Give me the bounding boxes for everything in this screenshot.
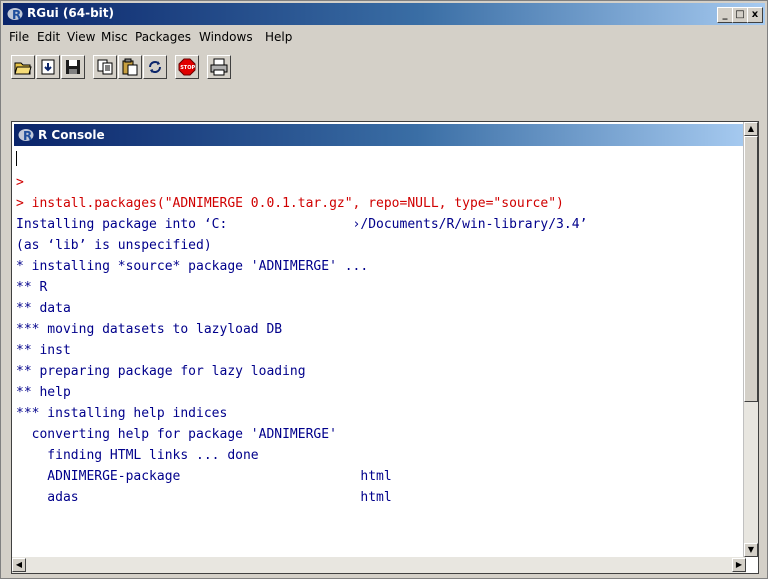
stop-button[interactable]: STOP [175, 55, 199, 79]
scroll-down-button[interactable]: ▼ [744, 543, 758, 557]
r-logo-icon: R [18, 129, 34, 143]
console-line: > [16, 175, 24, 190]
console-line [16, 151, 740, 172]
console-title-bar[interactable]: R R Console [14, 124, 746, 146]
text-cursor [16, 151, 17, 166]
console-line: *** moving datasets to lazyload DB [16, 322, 283, 337]
mdi-client-area: R R Console > > install.packages("ADNIMER… [11, 121, 759, 574]
console-line: ** preparing package for lazy loading [16, 364, 306, 379]
close-button[interactable]: x [747, 7, 763, 23]
paste-button[interactable] [118, 55, 142, 79]
menu-misc[interactable]: Misc [101, 30, 128, 44]
console-line: *** installing help indices [16, 406, 228, 421]
title-bar[interactable]: R RGui (64-bit) _ □ x [3, 3, 765, 25]
console-line: ** data [16, 301, 71, 316]
console-line: ** R [16, 280, 48, 295]
r-logo-icon: R [7, 8, 23, 22]
minimize-button[interactable]: _ [717, 7, 733, 23]
menu-windows[interactable]: Windows [199, 30, 253, 44]
horizontal-scrollbar[interactable]: ◀ ▶ [12, 557, 746, 573]
svg-text:R: R [23, 129, 32, 143]
console-output[interactable]: > > install.packages("ADNIMERGE 0.0.1.tar… [16, 148, 740, 553]
rgui-window: R RGui (64-bit) _ □ x File Edit View Mis… [0, 0, 768, 579]
stop-icon: STOP [178, 58, 196, 76]
copy-button[interactable] [93, 55, 117, 79]
open-script-button[interactable] [11, 55, 35, 79]
copy-paste-icon [149, 61, 161, 73]
svg-text:R: R [12, 8, 21, 22]
r-console-window: R R Console > > install.packages("ADNIMER… [11, 121, 759, 574]
console-line: * installing *source* package 'ADNIMERGE… [16, 259, 369, 274]
svg-text:STOP: STOP [180, 65, 195, 71]
copy-paste-button[interactable] [143, 55, 167, 79]
menu-edit[interactable]: Edit [37, 30, 60, 44]
print-icon [210, 58, 228, 76]
scroll-left-button[interactable]: ◀ [12, 558, 26, 572]
console-line: > install.packages("ADNIMERGE 0.0.1.tar.… [16, 196, 564, 211]
menu-bar: File Edit View Misc Packages Windows Hel… [3, 27, 765, 47]
copy-icon [97, 59, 113, 75]
scroll-thumb[interactable] [744, 136, 758, 402]
menu-help[interactable]: Help [265, 30, 292, 44]
menu-file[interactable]: File [9, 30, 29, 44]
save-workspace-icon [66, 60, 80, 74]
load-workspace-icon [41, 59, 55, 75]
menu-view[interactable]: View [67, 30, 95, 44]
console-line: adas html [16, 490, 392, 505]
console-line: finding HTML links ... done [16, 448, 259, 463]
print-button[interactable] [207, 55, 231, 79]
console-line: ** inst [16, 343, 71, 358]
load-workspace-button[interactable] [36, 55, 60, 79]
vertical-scrollbar[interactable]: ▲ ▼ [743, 122, 758, 557]
menu-packages[interactable]: Packages [135, 30, 191, 44]
maximize-button[interactable]: □ [732, 7, 748, 23]
console-line: Installing package into ‘C: ›/Documents/… [16, 217, 588, 232]
scroll-right-button[interactable]: ▶ [732, 558, 746, 572]
save-workspace-button[interactable] [61, 55, 85, 79]
console-line: ADNIMERGE-package html [16, 469, 392, 484]
toolbar: STOP [3, 49, 765, 127]
paste-icon [122, 58, 138, 76]
console-line: (as ‘lib’ is unspecified) [16, 238, 212, 253]
window-title: RGui (64-bit) [27, 6, 115, 20]
console-line: converting help for package 'ADNIMERGE' [16, 427, 337, 442]
open-script-icon [14, 62, 32, 75]
console-line: ** help [16, 385, 71, 400]
console-title: R Console [38, 128, 105, 142]
scroll-up-button[interactable]: ▲ [744, 122, 758, 136]
